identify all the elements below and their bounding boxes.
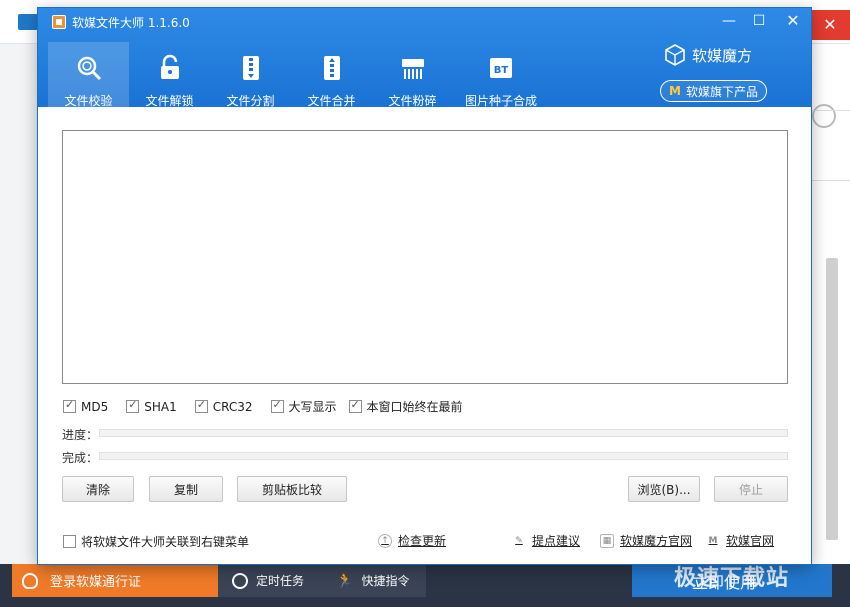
window-title-text: 软媒文件大师 1.1.6.0	[72, 15, 190, 30]
background-divider	[810, 110, 850, 111]
checkbox-label: SHA1	[144, 399, 177, 414]
user-icon	[22, 572, 38, 589]
quick-command-label: 快捷指令	[361, 574, 410, 588]
mofang-site-label: 软媒魔方官网	[620, 534, 693, 548]
background-circle-icon	[812, 104, 836, 128]
pencil-icon: ✎	[515, 535, 523, 546]
complete-label: 完成：	[62, 451, 99, 465]
context-menu-checkbox[interactable]: 将软媒文件大师关联到右键菜单	[63, 533, 249, 550]
tab-file-split[interactable]: 文件分割	[210, 42, 291, 108]
checkbox-box[interactable]	[126, 398, 140, 413]
tab-file-shred[interactable]: 文件粉碎	[372, 42, 453, 108]
background-logo-icon	[18, 14, 38, 30]
brand-name: 软媒魔方	[692, 46, 753, 65]
login-label: 登录软媒通行证	[50, 575, 142, 590]
close-button[interactable]: ✕	[780, 10, 806, 32]
clock-icon	[232, 572, 248, 589]
brand-logo[interactable]: 软媒魔方	[664, 42, 752, 68]
copy-button[interactable]: 复制	[149, 476, 223, 502]
file-master-window: 软媒文件大师 1.1.6.0 — ☐ ✕ 文件校验 文件解锁 文件分割 文件合并…	[38, 8, 811, 564]
svg-text:BT: BT	[494, 65, 509, 76]
check-update-label: 检查更新	[398, 534, 447, 548]
toolbar-tabs: 文件校验 文件解锁 文件分割 文件合并 文件粉碎 BT 图片种子合成	[48, 42, 549, 108]
browse-button[interactable]: 浏览(B)...	[628, 476, 700, 502]
background-divider	[810, 180, 850, 181]
tab-label: 图片种子合成	[464, 94, 537, 108]
checkbox-label: MD5	[81, 399, 109, 414]
unlock-icon	[156, 54, 184, 82]
stop-button[interactable]: 停止	[714, 476, 788, 502]
tab-file-merge[interactable]: 文件合并	[291, 42, 372, 108]
md5-checkbox[interactable]: MD5	[63, 398, 109, 414]
timer-task-label: 定时任务	[256, 574, 305, 588]
suggest-link[interactable]: ✎ 提点建议	[512, 532, 580, 549]
runner-icon: 🏃	[336, 572, 354, 589]
checkbox-box[interactable]	[348, 398, 362, 413]
checkbox-label: 本窗口始终在最前	[366, 400, 463, 414]
timer-task-button[interactable]: 定时任务	[218, 564, 322, 597]
cube-icon	[664, 44, 686, 66]
clear-button[interactable]: 清除	[62, 476, 134, 502]
tab-label: 文件解锁	[145, 94, 194, 108]
zip-merge-icon	[318, 54, 346, 82]
footer: 将软媒文件大师关联到右键菜单 ↑ 检查更新 ✎ 提点建议 ▦ 软媒魔方官网 M …	[38, 528, 811, 552]
checkbox-box[interactable]	[63, 535, 76, 548]
shredder-icon	[399, 54, 427, 82]
checkbox-box[interactable]	[194, 398, 208, 413]
result-text-area[interactable]	[62, 130, 788, 384]
progress-label: 进度：	[62, 428, 99, 442]
tab-label: 文件分割	[226, 94, 275, 108]
checkbox-label: CRC32	[212, 399, 253, 414]
checkbox-label: 大写显示	[288, 400, 337, 414]
suggest-label: 提点建议	[532, 534, 581, 548]
minimize-button[interactable]: —	[716, 10, 742, 32]
window-title: 软媒文件大师 1.1.6.0	[52, 13, 190, 31]
ruanmei-site-label: 软媒官网	[726, 534, 775, 548]
tab-image-seed[interactable]: BT 图片种子合成	[453, 42, 549, 108]
sha1-checkbox[interactable]: SHA1	[126, 398, 177, 414]
hash-options: MD5 SHA1 CRC32 大写显示 本窗口始终在最前	[63, 398, 481, 415]
mofang-site-link[interactable]: ▦ 软媒魔方官网	[600, 532, 692, 549]
grid-icon: ▦	[600, 533, 614, 548]
crc32-checkbox[interactable]: CRC32	[194, 398, 253, 414]
bt-icon: BT	[487, 54, 515, 82]
quick-command-button[interactable]: 🏃 快捷指令	[322, 564, 426, 597]
tab-label: 文件粉碎	[388, 94, 437, 108]
m-logo-icon: M	[708, 535, 718, 546]
checkbox-box[interactable]	[63, 398, 76, 413]
m-logo-icon: M	[669, 84, 681, 98]
product-family-label: 软媒旗下产品	[685, 84, 758, 99]
app-icon	[52, 15, 66, 29]
clipboard-compare-button[interactable]: 剪贴板比较	[237, 476, 347, 502]
magnifier-icon	[75, 54, 103, 82]
always-on-top-checkbox[interactable]: 本窗口始终在最前	[348, 398, 463, 415]
uppercase-checkbox[interactable]: 大写显示	[270, 398, 337, 415]
ruanmei-site-link[interactable]: M 软媒官网	[706, 532, 775, 549]
complete-bar	[99, 452, 788, 460]
tab-label: 文件校验	[64, 94, 113, 108]
maximize-button[interactable]: ☐	[746, 10, 772, 32]
product-family-button[interactable]: M 软媒旗下产品	[660, 80, 767, 102]
checkbox-box[interactable]	[270, 398, 284, 413]
zip-split-icon	[237, 54, 265, 82]
upload-arrow-icon: ↑	[378, 533, 392, 548]
check-update-link[interactable]: ↑ 检查更新	[378, 532, 446, 549]
login-button[interactable]: 登录软媒通行证	[12, 564, 218, 597]
tab-label: 文件合并	[307, 94, 356, 108]
progress-bar	[99, 429, 788, 437]
tab-file-unlock[interactable]: 文件解锁	[129, 42, 210, 108]
background-close-button[interactable]: ✕	[810, 10, 850, 40]
background-scrollbar[interactable]	[826, 258, 838, 540]
window-header: 软媒文件大师 1.1.6.0 — ☐ ✕ 文件校验 文件解锁 文件分割 文件合并…	[38, 8, 811, 108]
context-menu-label: 将软媒文件大师关联到右键菜单	[81, 535, 250, 549]
watermark: 极速下载站	[674, 566, 790, 591]
tab-file-verify[interactable]: 文件校验	[48, 42, 129, 108]
